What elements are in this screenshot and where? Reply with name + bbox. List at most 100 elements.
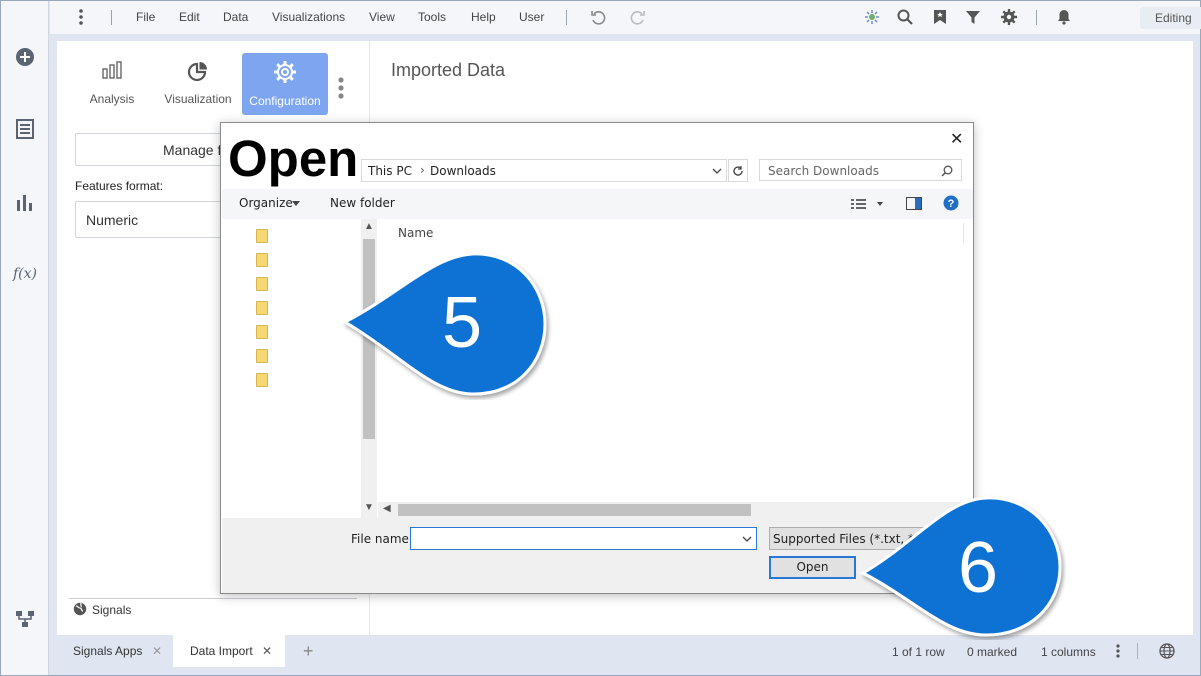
mode-dropdown[interactable]: Editing bbox=[1140, 7, 1201, 29]
tab-signals-apps-label: Signals Apps bbox=[73, 644, 143, 658]
settings-icon[interactable] bbox=[1000, 8, 1018, 26]
dialog-title-box: Open bbox=[225, 129, 361, 191]
more-vertical-icon[interactable] bbox=[1116, 644, 1120, 663]
signals-label[interactable]: Signals bbox=[92, 603, 131, 617]
bookmark-icon[interactable] bbox=[931, 8, 949, 26]
callout-number: 5 bbox=[442, 283, 483, 363]
language-globe-icon[interactable] bbox=[1159, 643, 1175, 664]
tab-analysis-label: Analysis bbox=[89, 92, 135, 106]
manage-features-label: Manage f bbox=[163, 142, 222, 158]
features-format-label: Features format: bbox=[75, 179, 164, 193]
tab-analysis[interactable]: Analysis bbox=[69, 53, 155, 115]
callout-step-6: 6 bbox=[859, 495, 1066, 645]
scroll-down-icon[interactable]: ▼ bbox=[364, 502, 374, 513]
menu-bar: File Edit Data Visualizations View Tools… bbox=[50, 1, 1201, 34]
folder-icon[interactable] bbox=[256, 229, 268, 243]
undo-icon[interactable] bbox=[589, 8, 607, 26]
filter-icon[interactable] bbox=[964, 8, 982, 26]
menu-tools[interactable]: Tools bbox=[418, 10, 446, 24]
svg-text:?: ? bbox=[948, 198, 955, 210]
tab-configuration[interactable]: Configuration bbox=[242, 53, 328, 115]
folder-icon[interactable] bbox=[256, 301, 268, 315]
open-button[interactable]: Open bbox=[769, 556, 856, 579]
tab-configuration-label: Configuration bbox=[249, 94, 321, 108]
command-bar: Organize New folder ? bbox=[222, 189, 973, 219]
folder-icon[interactable] bbox=[256, 373, 268, 387]
search-icon bbox=[941, 165, 953, 177]
file-name-label: File name: bbox=[351, 532, 413, 546]
breadcrumb-downloads[interactable]: Downloads bbox=[430, 164, 496, 178]
open-button-label: Open bbox=[796, 560, 829, 574]
left-rail: f(x) bbox=[1, 1, 49, 675]
menu-visualizations[interactable]: Visualizations bbox=[272, 10, 345, 24]
bar-chart-icon[interactable] bbox=[13, 190, 37, 214]
hierarchy-icon[interactable] bbox=[13, 607, 37, 631]
menu-data[interactable]: Data bbox=[223, 10, 248, 24]
scroll-left-icon[interactable]: ◀ bbox=[383, 503, 391, 514]
menu-separator bbox=[111, 10, 112, 25]
close-icon[interactable]: ✕ bbox=[262, 644, 272, 658]
tab-data-import[interactable]: Data Import ✕ bbox=[173, 635, 285, 667]
chevron-down-icon[interactable] bbox=[742, 536, 752, 543]
divider bbox=[69, 598, 357, 599]
callout-number: 6 bbox=[958, 528, 999, 608]
search-placeholder: Search Downloads bbox=[768, 164, 879, 178]
view-options-icon[interactable] bbox=[851, 197, 883, 215]
caret-down-icon bbox=[292, 201, 300, 206]
organize-button[interactable]: Organize bbox=[239, 196, 293, 210]
folder-icon[interactable] bbox=[256, 253, 268, 267]
tab-data-import-label: Data Import bbox=[190, 644, 253, 658]
more-vertical-icon[interactable] bbox=[72, 8, 90, 26]
mode-label: Editing bbox=[1155, 11, 1192, 25]
recommendations-icon[interactable] bbox=[863, 8, 881, 26]
search-downloads-input[interactable]: Search Downloads bbox=[759, 159, 962, 181]
column-divider bbox=[963, 223, 964, 243]
tab-visualization-label: Visualization bbox=[164, 92, 232, 106]
menu-help[interactable]: Help bbox=[471, 10, 496, 24]
add-icon[interactable] bbox=[13, 45, 37, 69]
horizontal-scrollbar-thumb[interactable] bbox=[398, 504, 751, 516]
close-icon[interactable]: ✕ bbox=[152, 644, 162, 658]
preview-pane-icon[interactable] bbox=[906, 197, 922, 215]
redo-icon[interactable] bbox=[629, 8, 647, 26]
chevron-down-icon[interactable] bbox=[712, 168, 722, 175]
menu-file[interactable]: File bbox=[136, 10, 155, 24]
help-icon[interactable]: ? bbox=[943, 195, 959, 216]
new-folder-button[interactable]: New folder bbox=[330, 196, 395, 210]
folder-icon[interactable] bbox=[256, 349, 268, 363]
scroll-up-icon[interactable]: ▲ bbox=[364, 221, 374, 232]
address-bar[interactable]: This PC › Downloads bbox=[361, 159, 727, 182]
marked-count: 0 marked bbox=[967, 645, 1018, 659]
dialog-title: Open bbox=[228, 130, 359, 187]
dialog-close-icon[interactable]: ✕ bbox=[950, 129, 963, 149]
page-title: Imported Data bbox=[391, 60, 506, 80]
callout-step-5: 5 bbox=[341, 252, 552, 405]
folder-icon[interactable] bbox=[256, 277, 268, 291]
column-count: 1 columns bbox=[1041, 645, 1096, 659]
gear-icon bbox=[242, 59, 328, 85]
menu-edit[interactable]: Edit bbox=[179, 10, 200, 24]
features-format-value: Numeric bbox=[86, 212, 139, 228]
search-icon[interactable] bbox=[896, 8, 914, 26]
data-table-icon[interactable] bbox=[13, 117, 37, 141]
globe-icon bbox=[73, 602, 87, 621]
status-separator bbox=[1137, 643, 1138, 659]
notifications-bell-icon[interactable] bbox=[1055, 8, 1073, 26]
file-name-input[interactable] bbox=[410, 527, 757, 550]
row-count: 1 of 1 row bbox=[892, 645, 945, 659]
menu-separator bbox=[1036, 10, 1037, 25]
function-icon[interactable]: f(x) bbox=[13, 262, 37, 286]
column-header-name[interactable]: Name bbox=[398, 226, 433, 240]
pie-chart-icon bbox=[155, 61, 241, 83]
tab-signals-apps[interactable]: Signals Apps ✕ bbox=[57, 635, 173, 667]
menu-user[interactable]: User bbox=[519, 10, 544, 24]
refresh-icon[interactable] bbox=[728, 159, 748, 182]
more-options-icon[interactable] bbox=[338, 77, 344, 104]
analysis-icon bbox=[69, 61, 155, 79]
tab-visualization[interactable]: Visualization bbox=[155, 53, 241, 115]
add-tab-icon[interactable]: + bbox=[303, 641, 314, 662]
menu-separator bbox=[566, 10, 567, 25]
breadcrumb-this-pc[interactable]: This PC bbox=[368, 164, 412, 178]
folder-icon[interactable] bbox=[256, 325, 268, 339]
menu-view[interactable]: View bbox=[369, 10, 395, 24]
